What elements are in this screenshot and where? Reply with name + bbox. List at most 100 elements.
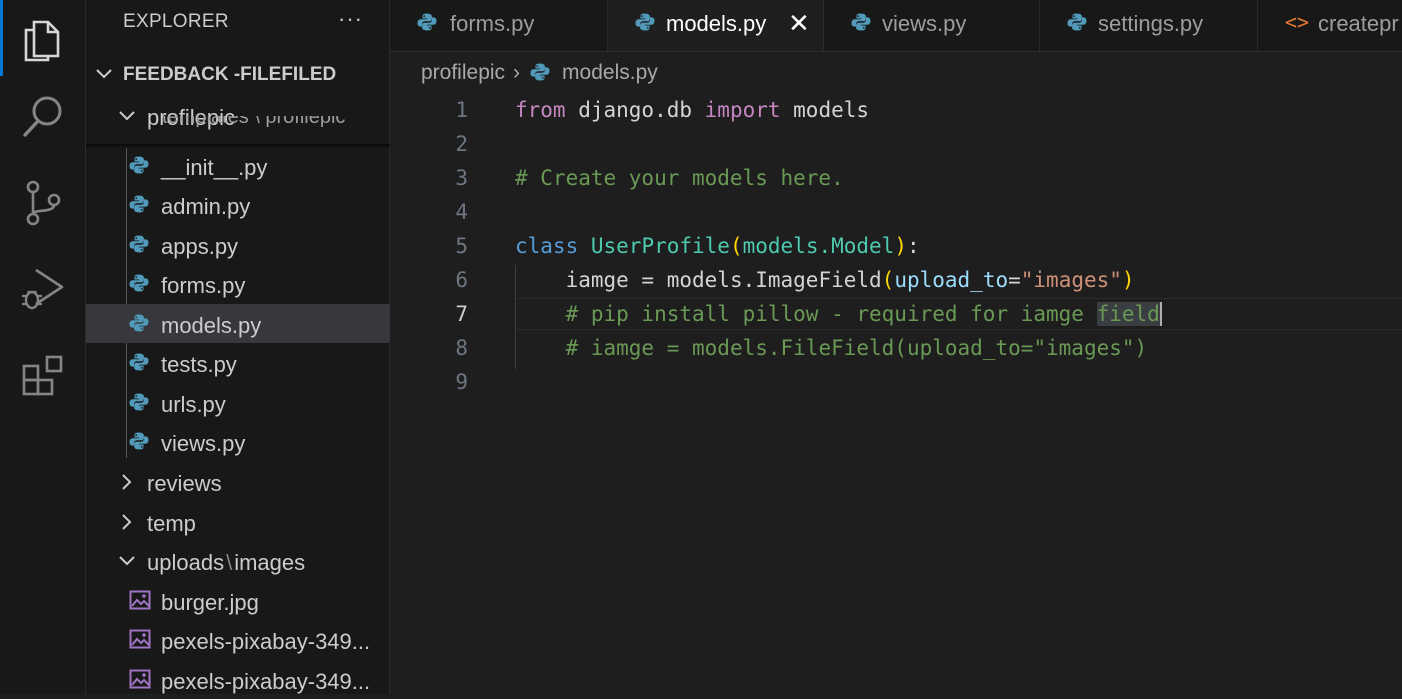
tab-label: forms.py	[450, 11, 535, 36]
source-control-icon	[23, 180, 63, 231]
line-number-current: 7	[455, 302, 468, 326]
chevron-down-icon	[117, 106, 137, 131]
image-icon	[129, 629, 151, 654]
source-control-button[interactable]	[0, 162, 86, 248]
line-number: 1	[455, 98, 468, 122]
folder-label: uploads\images	[147, 550, 306, 575]
run-debug-icon	[20, 266, 66, 317]
tree-file-tests[interactable]: tests.py	[86, 343, 390, 382]
folder-label: reviews	[147, 471, 222, 496]
tree-file-models[interactable]: models.py	[86, 304, 390, 343]
explorer-icon	[22, 18, 64, 69]
code-line-8: # iamge = models.FileField(upload_to="im…	[565, 336, 1148, 360]
line-number: 8	[455, 336, 468, 360]
chevron-right-icon	[117, 512, 137, 537]
python-icon	[1067, 12, 1087, 37]
file-label: views.py	[161, 431, 246, 456]
folder-label: temp	[147, 511, 196, 536]
tree-folder-uploads-images[interactable]: uploads\images	[86, 541, 390, 580]
file-label: apps.py	[161, 234, 239, 259]
run-debug-button[interactable]	[0, 248, 86, 334]
python-icon	[129, 273, 149, 298]
line-number: 9	[455, 370, 468, 394]
tree-file-forms[interactable]: forms.py	[86, 264, 390, 303]
python-icon	[530, 62, 550, 88]
line-number: 5	[455, 234, 468, 258]
tree-file-admin[interactable]: admin.py	[86, 185, 390, 224]
chevron-down-icon	[117, 551, 137, 576]
code-editor[interactable]: 1 2 3 4 5 6 7 8 9 from django.db import …	[390, 94, 1402, 694]
line-number: 4	[455, 200, 468, 224]
tree-file-pexels-2[interactable]: pexels-pixabay-349...	[86, 660, 390, 699]
python-icon	[129, 194, 149, 219]
tree-file-apps[interactable]: apps.py	[86, 225, 390, 264]
file-label: urls.py	[161, 392, 226, 417]
tab-label: createpr	[1318, 11, 1399, 36]
line-number: 3	[455, 166, 468, 190]
python-icon	[129, 431, 149, 456]
code-line-5: class UserProfile(models.Model):	[515, 234, 920, 258]
tab-forms[interactable]: forms.py	[390, 0, 608, 51]
breadcrumb: profilepic › models.py	[421, 61, 658, 89]
editor-tabs: forms.py models.py ✕ views.py settings.p…	[390, 0, 1402, 52]
file-label: __init__.py	[161, 155, 268, 180]
python-icon	[129, 392, 149, 417]
workspace-header[interactable]: FEEDBACK -FILEFILED	[86, 56, 390, 92]
text-cursor	[1159, 302, 1162, 326]
tree-file-burger[interactable]: burger.jpg	[86, 581, 390, 620]
python-icon	[129, 313, 149, 338]
code-line-3: # Create your models here.	[515, 166, 844, 190]
more-actions-button[interactable]: ···	[338, 6, 363, 32]
chevron-right-icon	[117, 472, 137, 497]
python-icon	[129, 155, 149, 180]
file-label: pexels-pixabay-349...	[161, 629, 371, 654]
breadcrumb-folder[interactable]: profilepic	[421, 61, 505, 84]
tree-folder-reviews[interactable]: reviews	[86, 462, 390, 501]
tree-file-views[interactable]: views.py	[86, 422, 390, 461]
tab-models[interactable]: models.py ✕	[608, 0, 824, 51]
code-line-1: from django.db import models	[515, 98, 870, 122]
file-label: models.py	[161, 313, 262, 338]
python-icon	[417, 12, 437, 37]
file-label: forms.py	[161, 273, 246, 298]
search-button[interactable]	[0, 76, 86, 162]
python-icon	[851, 12, 871, 37]
tree-folder-temp[interactable]: temp	[86, 502, 390, 541]
file-label: pexels-pixabay-349...	[161, 669, 371, 694]
tab-settings[interactable]: settings.py	[1040, 0, 1258, 51]
breadcrumb-separator-icon: ›	[513, 61, 521, 84]
search-icon	[21, 94, 65, 145]
tree-file-init[interactable]: __init__.py	[86, 146, 390, 185]
tab-label: models.py	[666, 11, 767, 36]
chevron-down-icon	[94, 64, 114, 89]
python-icon	[635, 12, 655, 37]
word-highlight: field	[1096, 302, 1160, 326]
code-line-6: iamge = models.ImageField(upload_to="ima…	[565, 268, 1135, 292]
explorer-button[interactable]	[0, 0, 86, 86]
image-icon	[129, 669, 151, 694]
code-line-7: # pip install pillow - required for iamg…	[565, 302, 1162, 326]
file-label: burger.jpg	[161, 590, 259, 615]
tab-label: settings.py	[1098, 11, 1204, 36]
activity-bar	[0, 0, 86, 694]
tab-label: views.py	[882, 11, 967, 36]
close-tab-button[interactable]: ✕	[788, 8, 810, 39]
file-label: admin.py	[161, 194, 251, 219]
python-icon	[129, 234, 149, 259]
breadcrumb-file[interactable]: models.py	[562, 61, 658, 84]
extensions-icon	[20, 352, 66, 403]
explorer-sidebar: EXPLORER ··· FEEDBACK -FILEFILED profile…	[86, 0, 390, 694]
tree-file-urls[interactable]: urls.py	[86, 383, 390, 422]
sidebar-title: EXPLORER	[123, 11, 229, 32]
extensions-button[interactable]	[0, 334, 86, 420]
partial-tree-row: templates \ profilepic	[162, 116, 346, 127]
tab-views[interactable]: views.py	[824, 0, 1040, 51]
file-label: tests.py	[161, 352, 237, 377]
workspace-name: FEEDBACK -FILEFILED	[123, 64, 337, 85]
python-icon	[129, 352, 149, 377]
tab-createpr[interactable]: <> createpr	[1258, 0, 1402, 51]
image-icon	[129, 590, 151, 615]
html-icon: <>	[1285, 10, 1310, 34]
tree-file-pexels-1[interactable]: pexels-pixabay-349...	[86, 620, 390, 659]
line-number: 2	[455, 132, 468, 156]
